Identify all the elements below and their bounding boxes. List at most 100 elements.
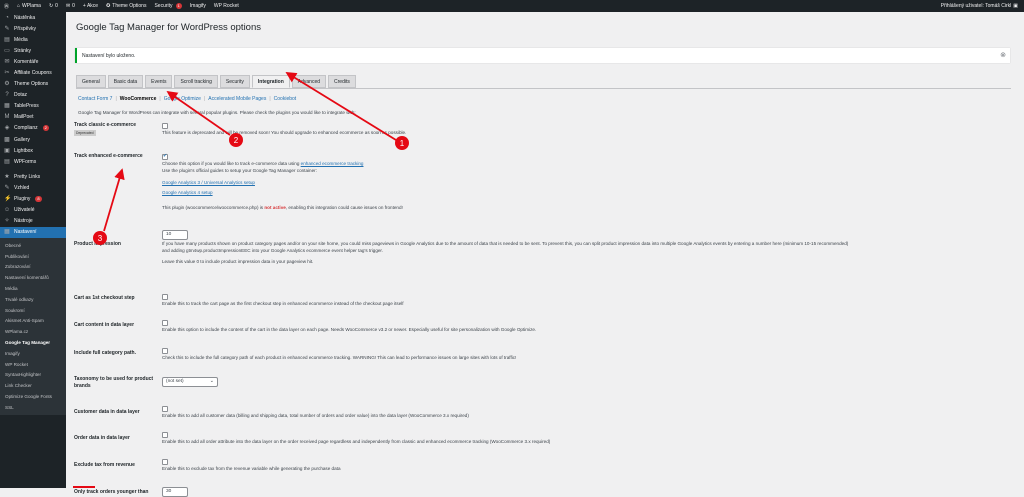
sidebar-item-pretty-links[interactable]: ★ Pretty Links bbox=[0, 171, 66, 182]
submenu-item[interactable]: SSL bbox=[0, 402, 66, 413]
sidebar-item-tablepress[interactable]: ▦ TablePress bbox=[0, 101, 66, 112]
tab-events[interactable]: Events bbox=[145, 75, 173, 88]
submenu-item[interactable]: Obecné bbox=[0, 240, 66, 251]
security-count-badge: 1 bbox=[175, 3, 182, 9]
order-age-input[interactable]: 30 bbox=[162, 487, 188, 497]
new-content-link[interactable]: + Akce bbox=[79, 0, 102, 12]
sidebar-item-vzhled[interactable]: ✎ Vzhled bbox=[0, 182, 66, 193]
ticket-icon: ✂ bbox=[4, 70, 10, 77]
sidebar-item-label: Gallery bbox=[14, 136, 30, 143]
row-description: If you have many products shown on produ… bbox=[162, 241, 849, 246]
subtab-accelerated-mobile-pages[interactable]: Accelerated Mobile Pages bbox=[208, 96, 266, 102]
row-description: Check this to include the full category … bbox=[162, 355, 517, 360]
settings-tabs: General Basic data Events Scroll tracking Se… bbox=[76, 75, 356, 88]
enhanced-ecommerce-link[interactable]: enhanced ecommerce tracking bbox=[301, 161, 364, 166]
submenu-item[interactable]: Zobrazování bbox=[0, 261, 66, 272]
customer-data-checkbox[interactable] bbox=[162, 405, 168, 412]
sidebar-item-m-dia[interactable]: ▤ Média bbox=[0, 34, 66, 45]
row-description-2: and adding gtm4wp.productImpressionEEC i… bbox=[162, 248, 383, 253]
sidebar-item-gallery[interactable]: ▩ Gallery bbox=[0, 134, 66, 145]
submenu-item[interactable]: Imagify bbox=[0, 348, 66, 359]
sidebar-item-lightbox[interactable]: ▣ Lightbox bbox=[0, 145, 66, 156]
sidebar-item-affiliate-coupons[interactable]: ✂ Affiliate Coupons bbox=[0, 67, 66, 78]
submenu-item[interactable]: WP Rocket bbox=[0, 359, 66, 370]
lightbox-icon: ▣ bbox=[4, 147, 10, 154]
separator: | bbox=[203, 96, 206, 102]
track-enhanced-checkbox[interactable] bbox=[162, 153, 168, 160]
sidebar-item-p-sp-vky[interactable]: ✎ Příspěvky bbox=[0, 23, 66, 34]
sidebar-item-pluginy[interactable]: ⚡ Pluginy 8 bbox=[0, 194, 66, 205]
tab-security[interactable]: Security bbox=[219, 75, 250, 88]
subtab-contact-form-7[interactable]: Contact Form 7 bbox=[78, 96, 112, 102]
cart-first-checkbox[interactable] bbox=[162, 293, 168, 300]
sidebar-item-label: Příspěvky bbox=[14, 25, 36, 32]
submenu-item[interactable]: Trvalé odkazy bbox=[0, 294, 66, 305]
row-description: Enable this to add all order attribute i… bbox=[162, 439, 551, 444]
exclude-tax-checkbox[interactable] bbox=[162, 458, 168, 465]
submenu-item[interactable]: Nastavení komentářů bbox=[0, 272, 66, 283]
ga4-setup-link[interactable]: Google Analytics 4 setup bbox=[162, 190, 213, 195]
form-icon: ▤ bbox=[4, 158, 10, 165]
subtab-cookiebot[interactable]: Cookiebot bbox=[274, 96, 297, 102]
wp-logo-icon[interactable]: Ⓦ bbox=[0, 0, 13, 12]
tab-basic-data[interactable]: Basic data bbox=[107, 75, 144, 88]
updates-link[interactable]: ↻ 0 bbox=[45, 0, 62, 12]
sidebar-item-n-st-nka[interactable]: ◔ Nástěnka bbox=[0, 12, 66, 23]
submenu-item[interactable]: Soukromí bbox=[0, 305, 66, 316]
sidebar-item-koment-e[interactable]: ✉ Komentáře bbox=[0, 56, 66, 67]
full-category-checkbox[interactable] bbox=[162, 347, 168, 354]
count-badge: 8 bbox=[35, 196, 42, 203]
submenu-item[interactable]: Optimize Google Fonts bbox=[0, 391, 66, 402]
subtab-google-optimize[interactable]: Google Optimize bbox=[164, 96, 201, 102]
tab-integration[interactable]: Integration bbox=[251, 75, 290, 88]
submenu-item[interactable]: Publikování bbox=[0, 251, 66, 262]
submenu-item[interactable]: WPlama.cz bbox=[0, 326, 66, 337]
cart-content-checkbox[interactable] bbox=[162, 319, 168, 326]
comment-icon: ✉ bbox=[4, 58, 10, 65]
sidebar-item-str-nky[interactable]: ▭ Stránky bbox=[0, 45, 66, 56]
sidebar-item-theme-options[interactable]: ⚙ Theme Options bbox=[0, 79, 66, 90]
tab-advanced[interactable]: Advanced bbox=[291, 75, 327, 88]
dashboard-icon: ◔ bbox=[5, 14, 9, 21]
order-data-checkbox[interactable] bbox=[162, 431, 168, 438]
sidebar-item-n-stroje[interactable]: ✧ Nástroje bbox=[0, 216, 66, 227]
sidebar-item-label: MailPoet bbox=[14, 114, 34, 121]
track-classic-checkbox[interactable] bbox=[162, 122, 168, 129]
submenu-item[interactable]: Média bbox=[0, 283, 66, 294]
subtab-woocommerce[interactable]: WooCommerce bbox=[120, 96, 157, 102]
sidebar-item-mailpoet[interactable]: M MailPoet bbox=[0, 112, 66, 123]
sidebar-item-label: Dotaz bbox=[14, 92, 28, 99]
tab-credits[interactable]: Credits bbox=[328, 75, 356, 88]
question-icon: ? bbox=[5, 92, 9, 99]
theme-options-link[interactable]: ✪ Theme Options bbox=[102, 0, 150, 12]
comments-link[interactable]: ✉ 0 bbox=[62, 0, 79, 12]
ga3-setup-link[interactable]: Google Analytics 3 / Universal Analytics… bbox=[162, 180, 255, 185]
submenu-item[interactable]: Akismet Anti-Spam bbox=[0, 315, 66, 326]
tab-general[interactable]: General bbox=[76, 75, 106, 88]
row-label: Cart as 1st checkout step bbox=[74, 295, 135, 301]
sidebar-item-label: Vzhled bbox=[14, 184, 30, 191]
submenu-item[interactable]: SyntaxHighlighter bbox=[0, 369, 66, 380]
gallery-icon: ▩ bbox=[4, 136, 10, 143]
row-label: Only track orders younger than bbox=[74, 489, 149, 495]
dismiss-icon[interactable]: ⊗ bbox=[1000, 51, 1006, 59]
submenu-item[interactable]: Link Checker bbox=[0, 380, 66, 391]
sidebar-item-wpforms[interactable]: ▤ WPForms bbox=[0, 156, 66, 167]
security-link[interactable]: Security 1 bbox=[150, 0, 185, 12]
sidebar-item-label: Nastavení bbox=[14, 229, 37, 236]
tab-scroll-tracking[interactable]: Scroll tracking bbox=[174, 75, 218, 88]
submenu-item[interactable]: Google Tag Manager bbox=[0, 337, 66, 348]
site-name-link[interactable]: ⌂ WPlama bbox=[13, 0, 45, 12]
brand-taxonomy-select[interactable]: (not set) bbox=[162, 377, 218, 387]
sidebar-item-complianz[interactable]: ◈ Complianz 2 bbox=[0, 123, 66, 134]
sidebar-item-nastaven-[interactable]: ▦ Nastavení bbox=[0, 226, 66, 238]
sidebar-item-label: Lightbox bbox=[14, 147, 33, 154]
user-account-link[interactable]: Přihlášený uživatel: Tomáš Cirkl ▣ bbox=[937, 0, 1024, 12]
sidebar-item-dotaz[interactable]: ? Dotaz bbox=[0, 90, 66, 101]
wp-rocket-link[interactable]: WP Rocket bbox=[210, 0, 243, 12]
impression-threshold-input[interactable]: 10 bbox=[162, 230, 188, 240]
imagify-link[interactable]: Imagify bbox=[186, 0, 210, 12]
row-label: Include full category path. bbox=[74, 350, 136, 356]
sidebar-item-u-ivatel-[interactable]: ☺ Uživatelé bbox=[0, 205, 66, 216]
link-icon: ★ bbox=[4, 173, 10, 180]
